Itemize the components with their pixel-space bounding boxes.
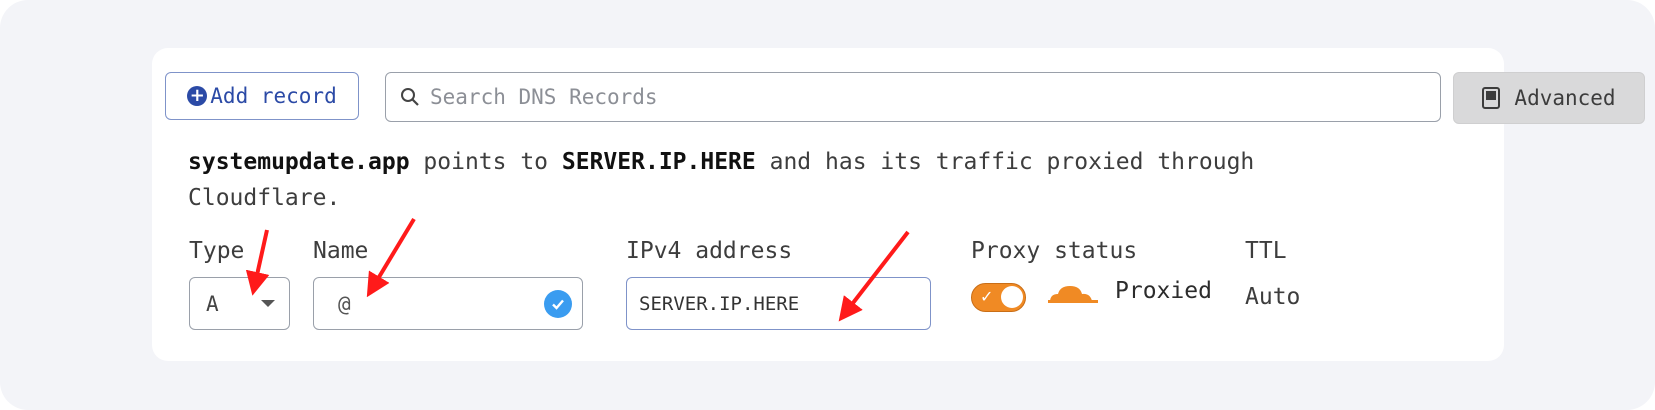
add-record-button[interactable]: + Add record [165,72,359,120]
description-text-3: Cloudflare. [188,185,341,211]
toggle-knob [1001,286,1023,308]
plus-circle-icon: + [187,86,208,106]
advanced-button[interactable]: Advanced [1453,72,1645,124]
description-text-2: and has its traffic proxied through [755,149,1255,175]
description-target: SERVER.IP.HERE [561,149,756,175]
description-domain: systemupdate.app [188,149,410,175]
ttl-value: Auto [1245,284,1301,310]
name-input[interactable]: @ [313,277,583,330]
check-circle-icon [544,290,572,318]
proxy-status-value: Proxied [1115,278,1212,304]
screenshot-frame: + Add record Advanced systemupdate.app p… [0,0,1655,410]
book-icon [1482,87,1501,109]
advanced-label: Advanced [1514,86,1616,110]
ipv4-value: SERVER.IP.HERE [639,292,800,315]
name-value: @ [338,291,351,316]
type-value: A [206,291,219,316]
search-box[interactable] [385,72,1441,122]
dns-record-card: + Add record Advanced systemupdate.app p… [152,48,1645,361]
proxy-toggle[interactable]: ✓ [971,283,1026,312]
type-label: Type [189,238,245,264]
proxy-status-label: Proxy status [971,238,1138,264]
add-record-label: Add record [210,84,337,108]
chevron-down-icon [261,300,275,307]
name-label: Name [313,238,369,264]
description-text-1: points to [409,149,562,175]
type-select[interactable]: A [189,277,290,330]
ttl-label: TTL [1245,238,1287,264]
search-icon [401,88,419,106]
record-description: systemupdate.app points to SERVER.IP.HER… [188,144,1388,216]
ipv4-label: IPv4 address [626,238,793,264]
ipv4-input[interactable]: SERVER.IP.HERE [626,277,931,330]
cloud-icon [1048,286,1098,303]
toggle-check-icon: ✓ [980,287,994,306]
search-input[interactable] [428,84,1332,110]
